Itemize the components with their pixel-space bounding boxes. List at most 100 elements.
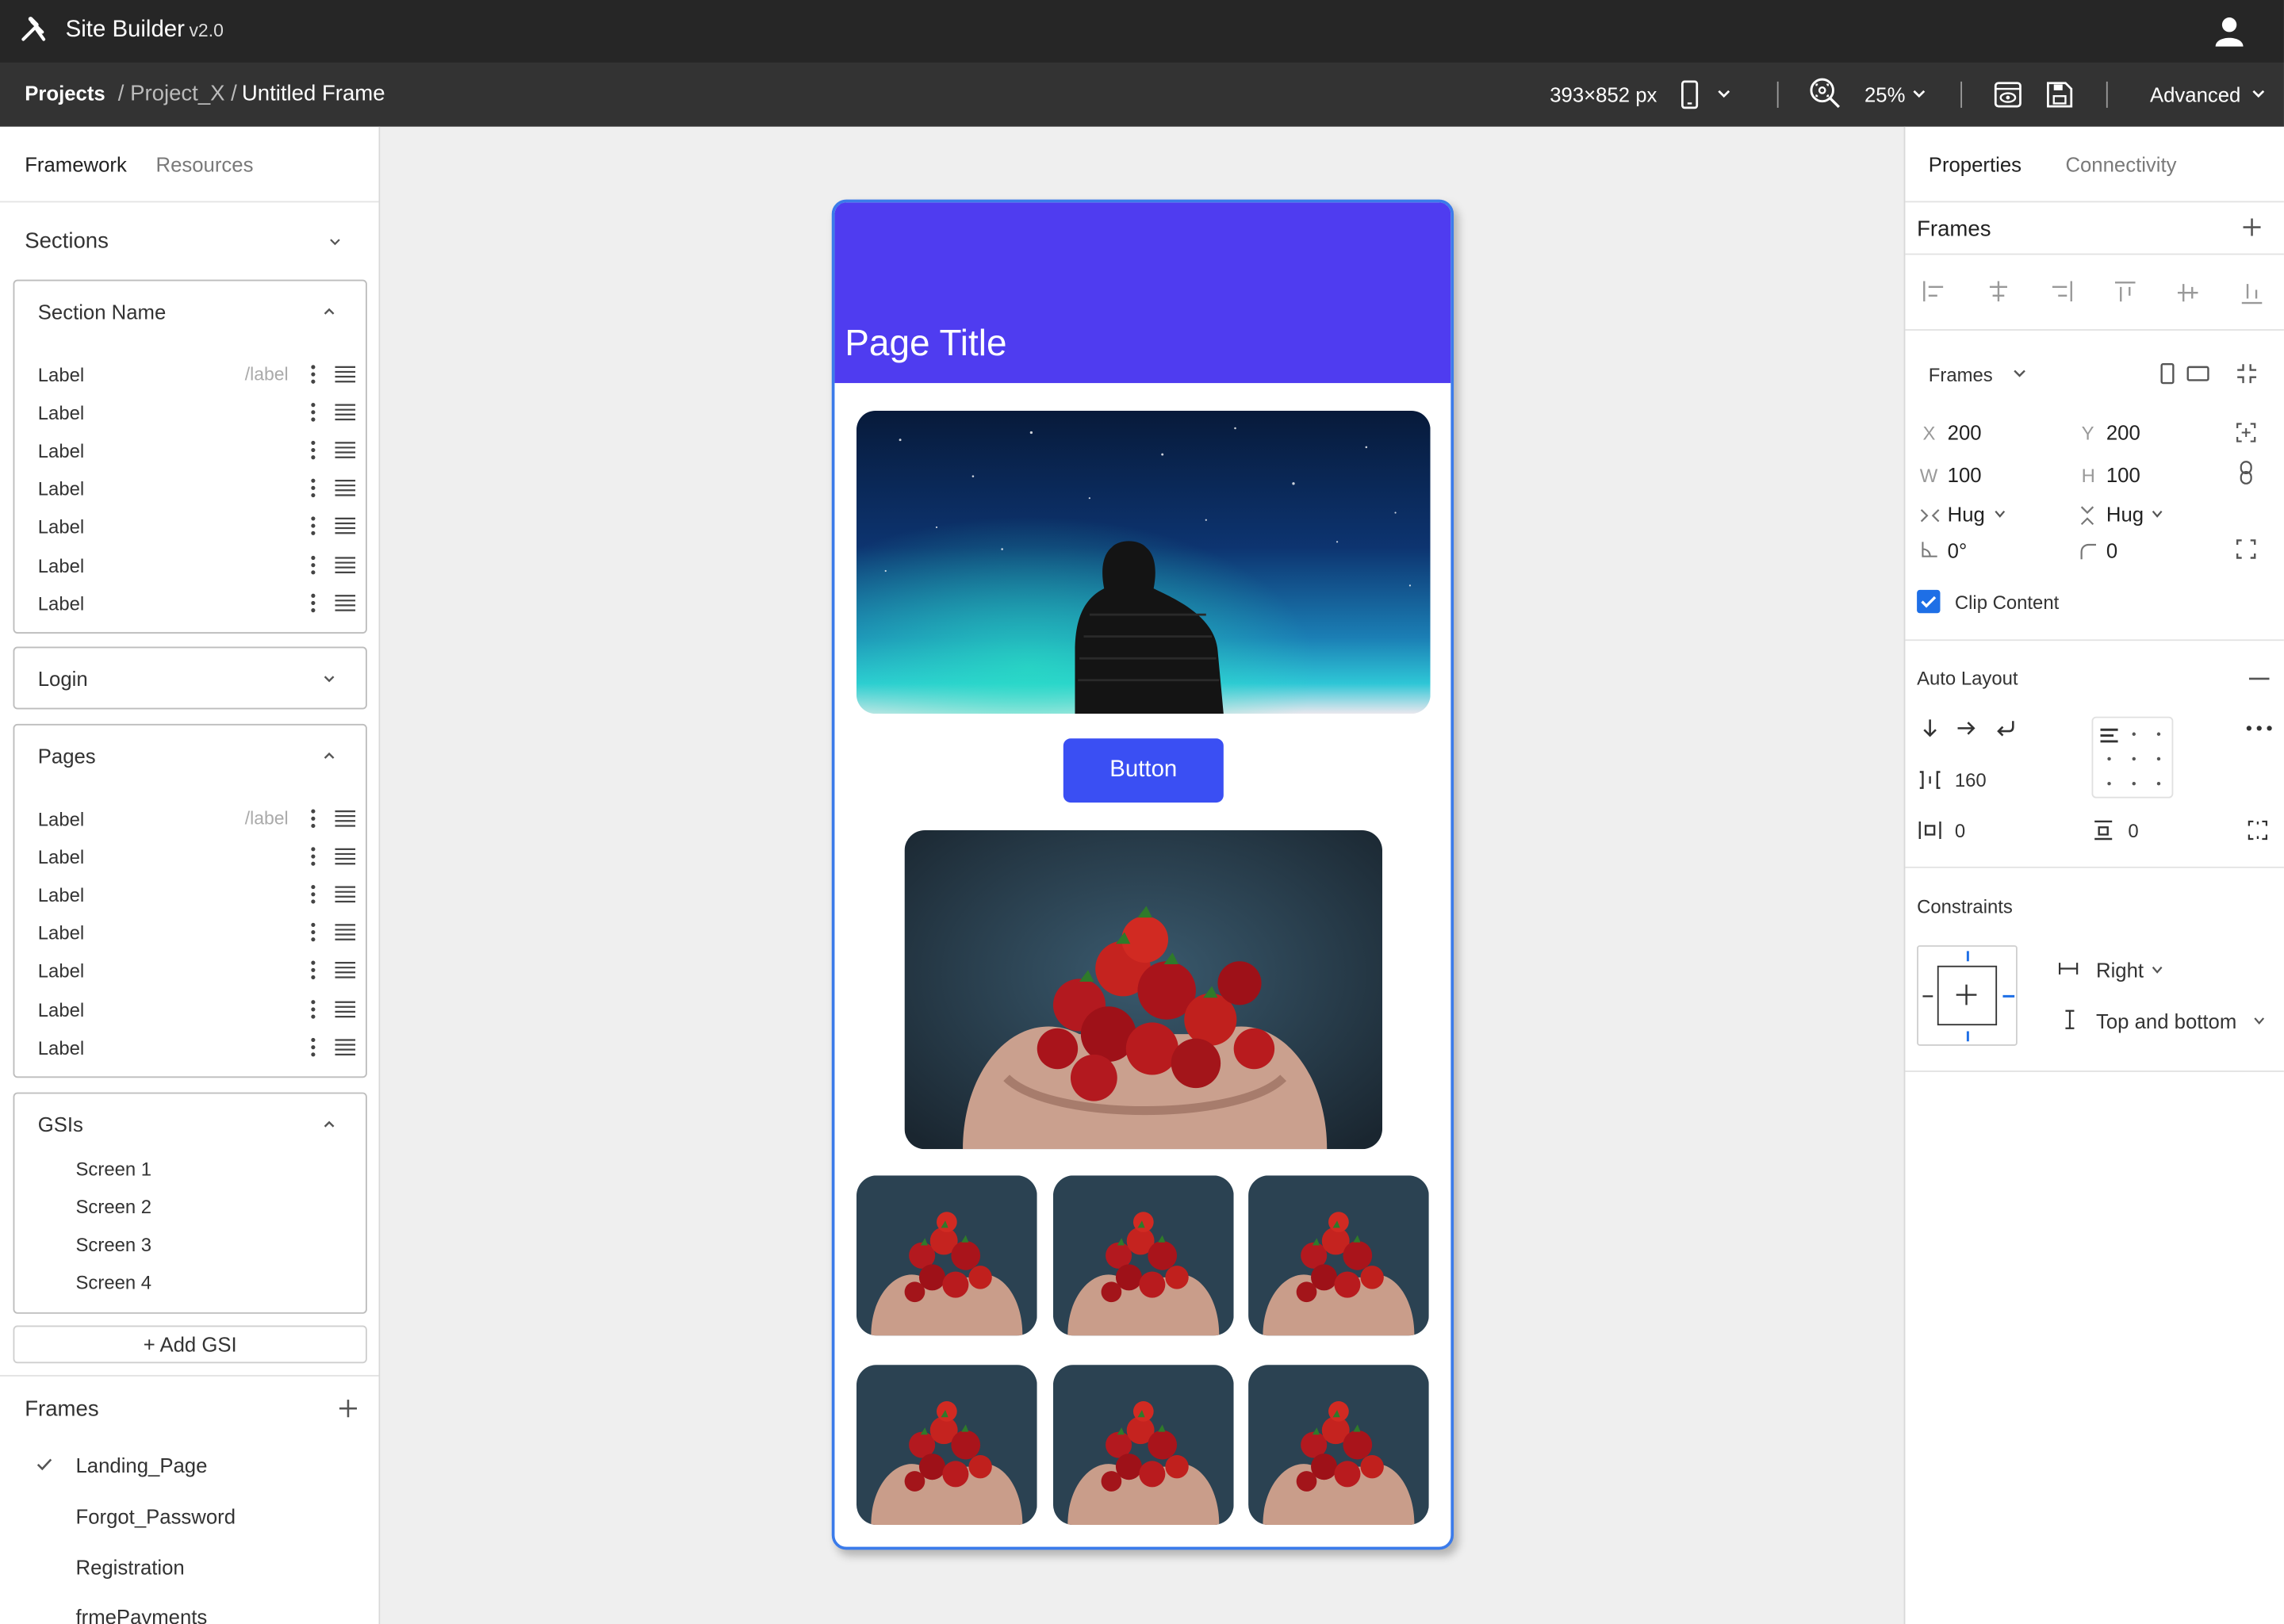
chevron-up-icon[interactable] (322, 749, 336, 763)
chevron-down-icon[interactable] (1994, 510, 2006, 519)
frame-item-payments[interactable]: frmePayments (76, 1605, 208, 1624)
chevron-down-icon[interactable] (2152, 510, 2163, 519)
chevron-down-icon[interactable] (1717, 89, 1730, 99)
thumbnail-image[interactable] (1248, 1175, 1429, 1336)
list-item[interactable]: Label /label (38, 808, 356, 846)
vertical-constraint-select[interactable]: Top and bottom (2096, 1009, 2236, 1032)
padding-horizontal-input[interactable]: 0 (1955, 820, 1965, 842)
kebab-menu-icon[interactable] (310, 922, 316, 943)
kebab-menu-icon[interactable] (310, 364, 316, 385)
drag-handle-icon[interactable] (335, 518, 356, 535)
drag-handle-icon[interactable] (335, 924, 356, 941)
arrow-down-icon[interactable] (1922, 718, 1939, 739)
align-center-v-icon[interactable] (2177, 282, 2198, 304)
kebab-menu-icon[interactable] (310, 808, 316, 829)
kebab-menu-icon[interactable] (310, 998, 316, 1019)
thumbnail-image[interactable] (1248, 1365, 1429, 1526)
wrap-icon[interactable] (1995, 719, 2016, 737)
clip-content-checkbox[interactable] (1917, 589, 1941, 614)
kebab-menu-icon[interactable] (310, 1036, 316, 1057)
drag-handle-icon[interactable] (335, 848, 356, 865)
portrait-icon[interactable] (2160, 362, 2175, 385)
chevron-down-icon[interactable] (1913, 89, 1926, 99)
preview-icon[interactable] (1994, 82, 2021, 108)
gsi-item[interactable]: Screen 1 (76, 1158, 152, 1180)
kebab-menu-icon[interactable] (310, 554, 316, 575)
kebab-menu-icon[interactable] (310, 440, 316, 461)
add-icon[interactable] (338, 1398, 358, 1419)
drag-handle-icon[interactable] (335, 366, 356, 383)
drag-handle-icon[interactable] (335, 810, 356, 827)
drag-handle-icon[interactable] (335, 886, 356, 903)
more-icon[interactable] (2246, 726, 2272, 731)
x-input[interactable]: 200 (1948, 421, 1982, 444)
login-card-title[interactable]: Login (38, 667, 88, 690)
pages-card-title[interactable]: Pages (38, 745, 96, 768)
frame-item-registration[interactable]: Registration (76, 1556, 185, 1579)
frames-select[interactable]: Frames (1929, 364, 1993, 386)
add-gsi-button[interactable]: + Add GSI (13, 1325, 367, 1364)
list-item[interactable]: Label (38, 478, 356, 516)
rotation-input[interactable]: 0° (1948, 539, 1968, 562)
zoom-icon[interactable] (1809, 77, 1841, 109)
constraint-lines[interactable] (1918, 947, 2019, 1048)
thumbnail-image[interactable] (856, 1175, 1037, 1336)
phone-icon[interactable] (1681, 80, 1699, 109)
list-item[interactable]: Label (38, 846, 356, 884)
advanced-menu[interactable]: Advanced (2150, 83, 2240, 106)
drag-handle-icon[interactable] (335, 442, 356, 459)
h-input[interactable]: 100 (2106, 463, 2140, 486)
login-card[interactable]: Login (13, 646, 367, 710)
tab-properties[interactable]: Properties (1929, 153, 2021, 176)
breadcrumb-projects[interactable]: Projects (25, 82, 105, 105)
w-input[interactable]: 100 (1948, 463, 1982, 486)
zoom-level[interactable]: 25% (1864, 83, 1905, 106)
sections-header[interactable]: Sections (25, 228, 109, 253)
alignment-grid[interactable] (2091, 716, 2174, 799)
align-top-icon[interactable] (2114, 282, 2136, 304)
phone-frame[interactable]: Page Title Button (831, 199, 1454, 1550)
kebab-menu-icon[interactable] (310, 960, 316, 981)
align-bottom-icon[interactable] (2241, 282, 2263, 304)
gsi-item[interactable]: Screen 3 (76, 1234, 152, 1256)
design-canvas[interactable]: Page Title Button (380, 126, 1904, 1624)
tab-resources[interactable]: Resources (156, 153, 254, 176)
list-item[interactable]: Label (38, 960, 356, 998)
drag-handle-icon[interactable] (335, 1038, 356, 1055)
chevron-down-icon[interactable] (2253, 1017, 2265, 1025)
thumbnail-image[interactable] (1052, 1365, 1234, 1526)
arrow-right-icon[interactable] (1956, 719, 1977, 737)
chevron-down-icon[interactable] (2013, 369, 2026, 379)
hero-image[interactable] (856, 410, 1431, 714)
align-center-h-icon[interactable] (1987, 281, 2010, 302)
frame-item-forgot-password[interactable]: Forgot_Password (76, 1504, 236, 1527)
list-item[interactable]: Label (38, 554, 356, 592)
list-item[interactable]: Label /label (38, 364, 356, 402)
drag-handle-icon[interactable] (335, 962, 356, 979)
thumbnail-image[interactable] (856, 1365, 1037, 1526)
list-item[interactable]: Label (38, 402, 356, 440)
padding-vertical-input[interactable]: 0 (2128, 820, 2138, 842)
chevron-up-icon[interactable] (322, 304, 336, 319)
y-input[interactable]: 200 (2106, 421, 2140, 444)
kebab-menu-icon[interactable] (310, 884, 316, 905)
focus-icon[interactable] (2236, 423, 2256, 443)
kebab-menu-icon[interactable] (310, 592, 316, 613)
align-left-icon[interactable] (1922, 281, 1945, 302)
drag-handle-icon[interactable] (335, 556, 356, 573)
chevron-down-icon[interactable] (2152, 966, 2163, 975)
drag-handle-icon[interactable] (335, 480, 356, 497)
list-item[interactable]: Label (38, 1036, 356, 1074)
constraint-widget[interactable] (1917, 945, 2018, 1046)
tab-connectivity[interactable]: Connectivity (2065, 153, 2176, 176)
kebab-menu-icon[interactable] (310, 402, 316, 423)
chevron-down-icon[interactable] (2252, 89, 2266, 99)
kebab-menu-icon[interactable] (310, 478, 316, 499)
gsi-item[interactable]: Screen 2 (76, 1196, 152, 1218)
collapse-icon[interactable] (2236, 362, 2258, 385)
drag-handle-icon[interactable] (335, 404, 356, 421)
add-icon[interactable] (2242, 217, 2263, 238)
hug-horizontal-select[interactable]: Hug (1948, 503, 1985, 526)
breadcrumb-project[interactable]: / Project_X / (118, 82, 237, 106)
primary-button[interactable]: Button (1063, 738, 1224, 803)
